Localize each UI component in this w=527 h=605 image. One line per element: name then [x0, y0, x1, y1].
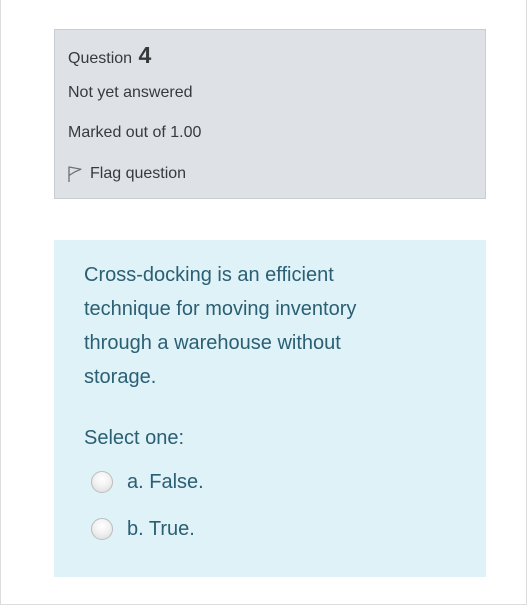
flag-question-label: Flag question [90, 165, 187, 182]
question-heading: Question 4 [68, 42, 151, 69]
radio-button-icon[interactable] [91, 518, 113, 540]
question-number: 4 [138, 42, 152, 68]
question-text: Cross-docking is an efficient technique … [84, 264, 357, 388]
question-title-prefix: Question [68, 50, 133, 67]
answer-option-label: a. False. [127, 470, 204, 493]
answer-option-false[interactable]: a. False. [91, 469, 204, 495]
answer-option-label: b. True. [127, 517, 195, 540]
question-state: Not yet answered [68, 84, 193, 101]
flag-icon [67, 165, 83, 183]
question-content-panel: Cross-docking is an efficient technique … [54, 240, 486, 577]
question-info-panel: Question 4 Not yet answered Marked out o… [54, 29, 486, 199]
question-grade: Marked out of 1.00 [68, 124, 202, 141]
flag-question-link[interactable]: Flag question [67, 164, 186, 184]
answer-prompt: Select one: [84, 427, 185, 449]
answer-option-true[interactable]: b. True. [91, 516, 195, 542]
radio-button-icon[interactable] [91, 471, 113, 493]
